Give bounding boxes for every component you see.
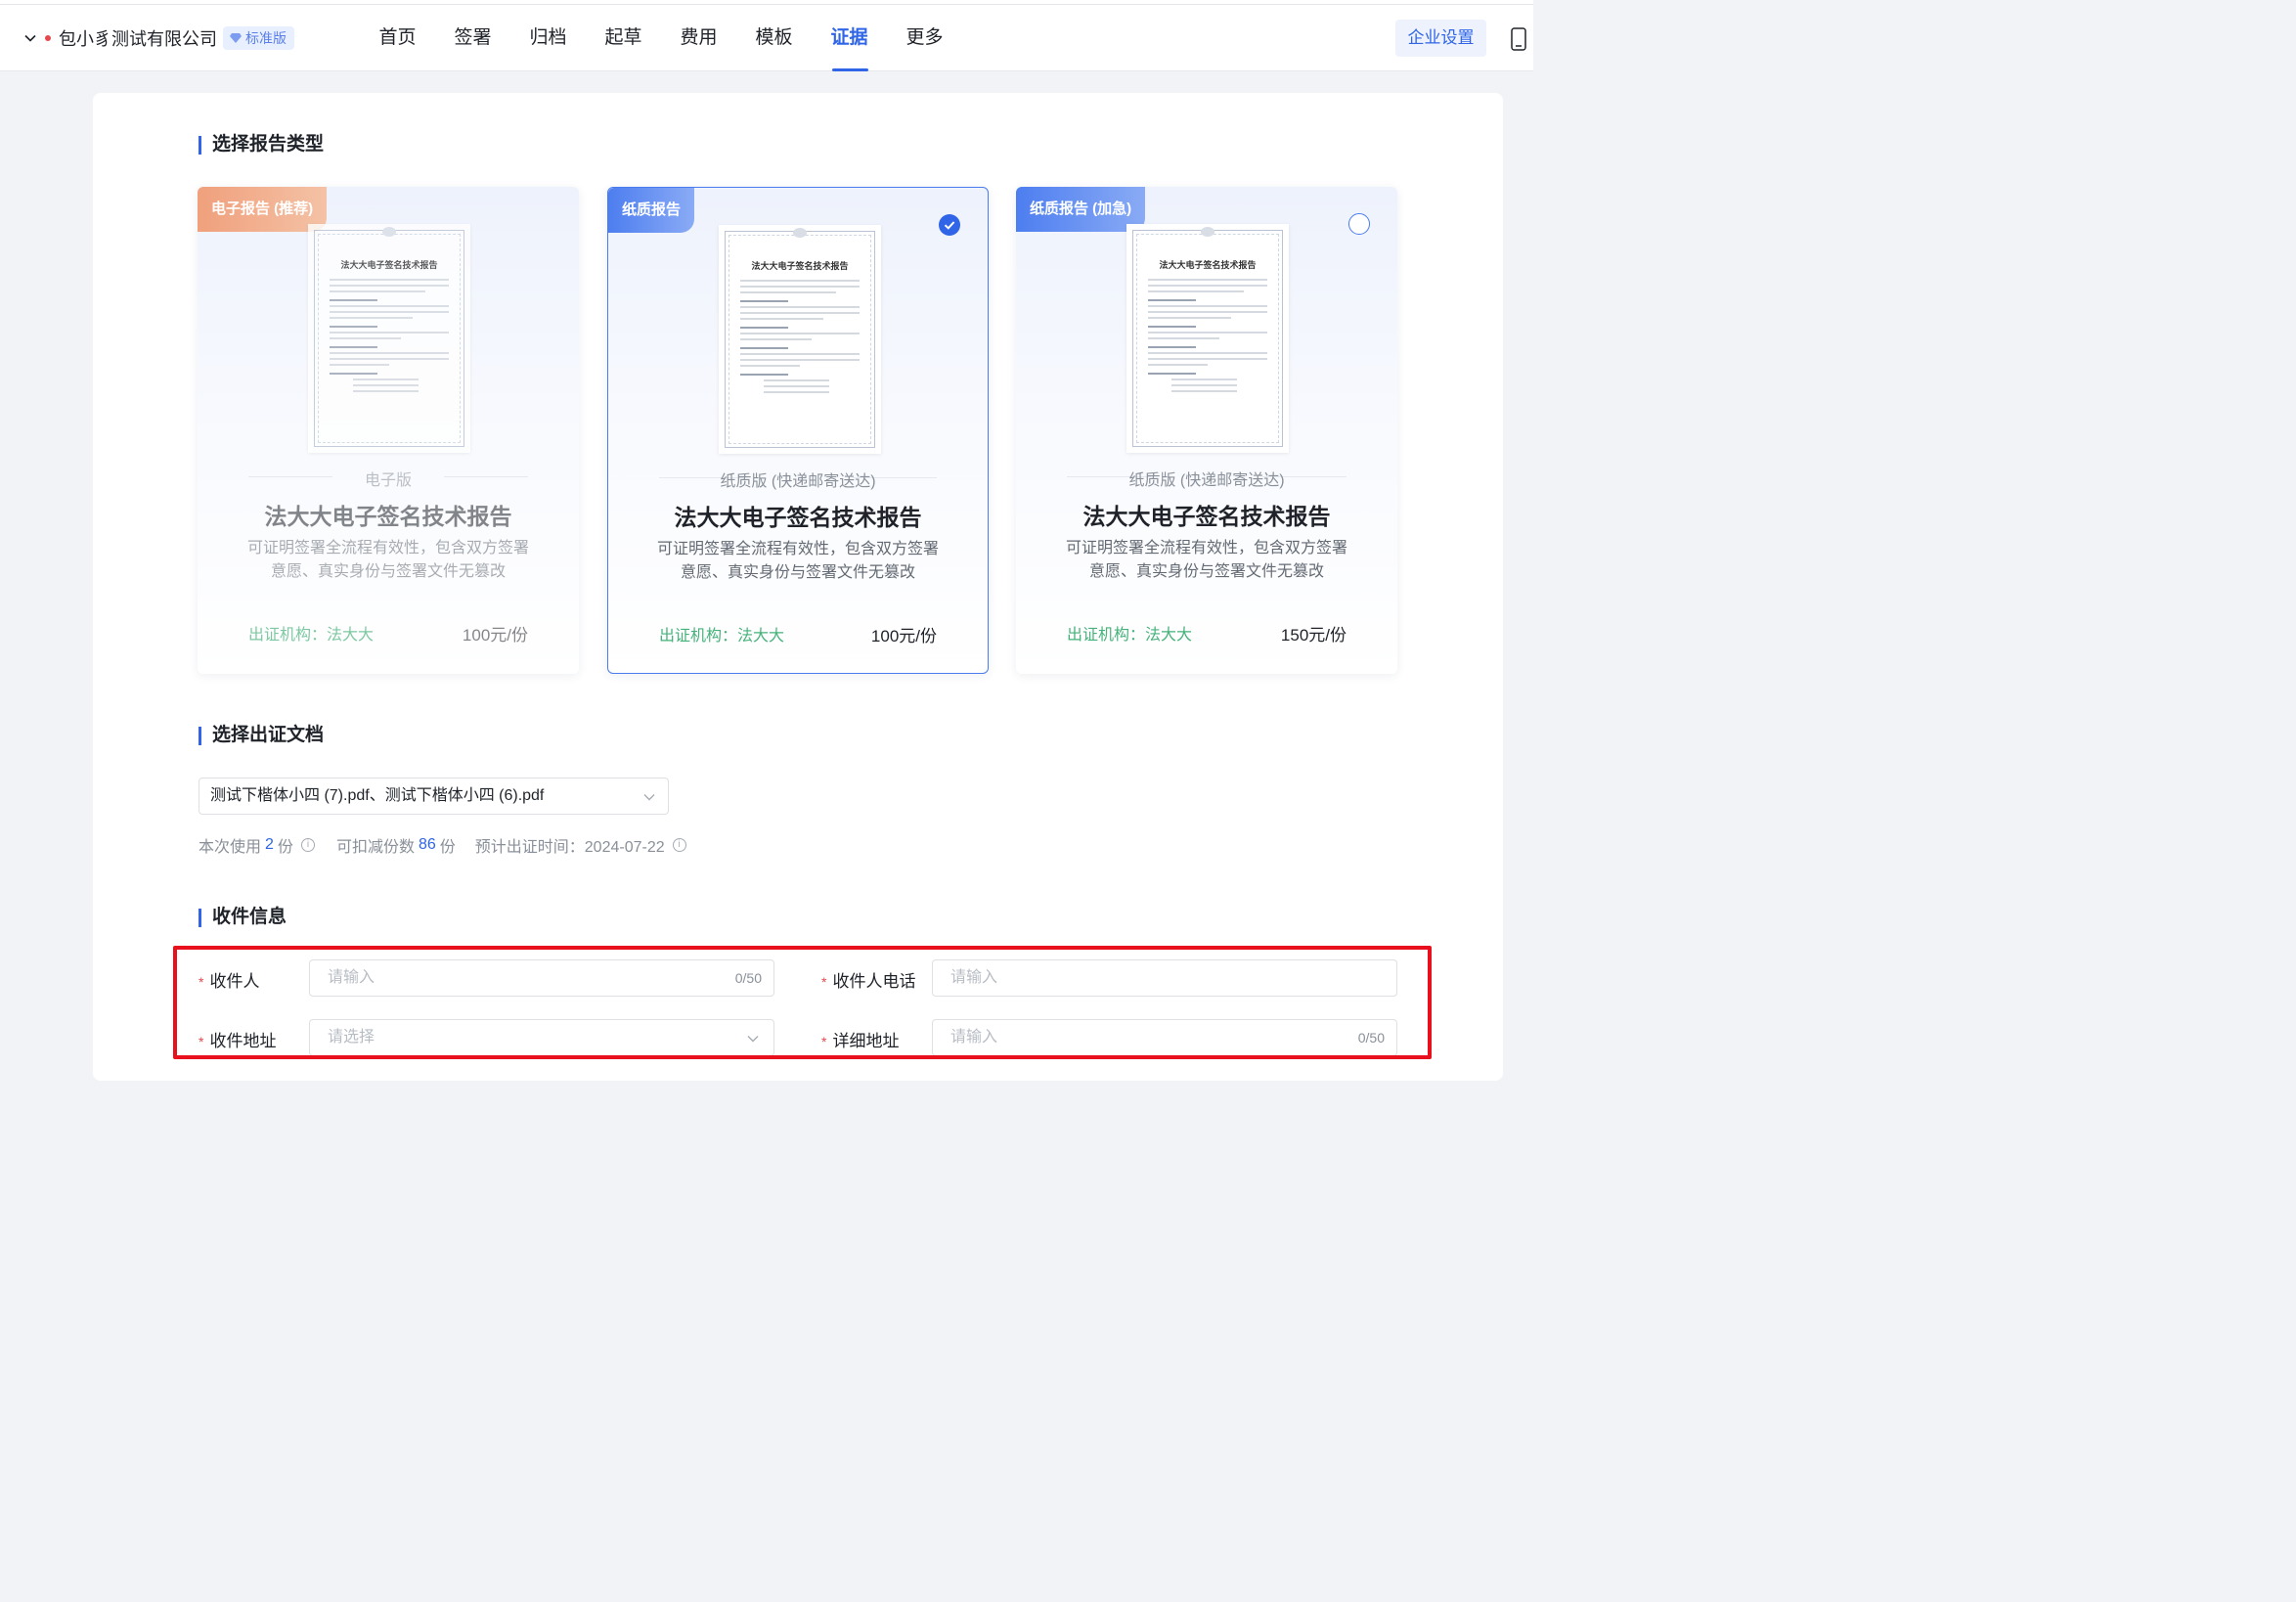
report-preview-image: 法大大电子签名技术报告 bbox=[308, 224, 470, 453]
recipient-label: * 收件人 bbox=[199, 972, 260, 991]
report-title: 法大大电子签名技术报告 bbox=[264, 504, 512, 529]
plan-badge-label: 标准版 bbox=[245, 30, 287, 46]
info-icon[interactable]: i bbox=[300, 838, 315, 852]
report-edition: 电子版 bbox=[364, 472, 412, 489]
report-price: 100元/份 bbox=[462, 626, 528, 645]
report-description: 可证明签署全流程有效性，包含双方签署意愿、真实身份与签署文件无篡改 bbox=[1065, 540, 1347, 580]
section-title-report-type: 选择报告类型 bbox=[199, 134, 324, 156]
top-navbar: 包小豸测试有限公司 标准版 首页 签署 归档 起草 费用 模板 证据 更多 企业… bbox=[0, 0, 1533, 71]
char-counter: 0/50 bbox=[734, 970, 762, 986]
nav-sign[interactable]: 签署 bbox=[435, 0, 510, 71]
address-label: * 收件地址 bbox=[199, 1032, 277, 1050]
report-card-electronic[interactable]: 电子报告 (推荐) 法大大电子签名技术报告 电子版 法大大电子签名技术报告 可证… bbox=[198, 187, 579, 674]
deductible-count: 86 bbox=[418, 836, 436, 853]
info-icon[interactable]: i bbox=[672, 838, 686, 852]
nav-templates[interactable]: 模板 bbox=[736, 0, 812, 71]
phone-input[interactable]: 请输入 bbox=[932, 959, 1397, 997]
report-tag: 纸质报告 bbox=[608, 188, 695, 233]
report-title: 法大大电子签名技术报告 bbox=[674, 505, 922, 530]
detail-address-label: * 详细地址 bbox=[821, 1032, 900, 1050]
nav-home[interactable]: 首页 bbox=[360, 0, 435, 71]
eta-text: 预计出证时间：2024-07-22 bbox=[474, 839, 665, 856]
report-description: 可证明签署全流程有效性，包含双方签署意愿、真实身份与签署文件无篡改 bbox=[657, 541, 940, 581]
chevron-down-icon bbox=[643, 794, 655, 801]
nav-billing[interactable]: 费用 bbox=[661, 0, 736, 71]
selected-check-icon[interactable] bbox=[939, 214, 960, 236]
section-title-recipient: 收件信息 bbox=[199, 907, 287, 928]
report-price: 100元/份 bbox=[870, 627, 937, 645]
usage-summary: 本次使用 2 份 i 可扣减份数 86 份 预计出证时间：2024-07-22 … bbox=[199, 833, 708, 857]
evidence-form-panel: 选择报告类型 电子报告 (推荐) 法大大电子签名技术报告 电子版 法大大电子签名… bbox=[93, 93, 1503, 1081]
plan-badge: 标准版 bbox=[223, 26, 294, 50]
report-edition: 纸质版 (快递邮寄送达) bbox=[1128, 472, 1285, 489]
report-card-paper[interactable]: 纸质报告 法大大电子签名技术报告 纸质版 (快递邮寄送达) 法大大电子签名技术报… bbox=[607, 187, 989, 674]
org-switcher[interactable]: 包小豸测试有限公司 标准版 bbox=[22, 25, 294, 51]
address-select[interactable]: 请选择 bbox=[309, 1019, 774, 1056]
phone-label: * 收件人电话 bbox=[821, 972, 916, 991]
mobile-icon[interactable] bbox=[1511, 27, 1526, 51]
radio-unchecked-icon[interactable] bbox=[1348, 213, 1370, 235]
report-title: 法大大电子签名技术报告 bbox=[1082, 504, 1331, 529]
report-issuer: 出证机构：法大大 bbox=[659, 628, 785, 645]
nav-more[interactable]: 更多 bbox=[887, 0, 962, 71]
nav-archive[interactable]: 归档 bbox=[510, 0, 586, 71]
report-edition: 纸质版 (快递邮寄送达) bbox=[720, 473, 876, 490]
report-preview-image: 法大大电子签名技术报告 bbox=[1126, 224, 1289, 453]
nav-draft[interactable]: 起草 bbox=[586, 0, 661, 71]
report-card-paper-urgent[interactable]: 纸质报告 (加急) 法大大电子签名技术报告 纸质版 (快递邮寄送达) 法大大电子… bbox=[1016, 187, 1397, 674]
enterprise-settings-button[interactable]: 企业设置 bbox=[1395, 20, 1486, 57]
report-issuer: 出证机构：法大大 bbox=[1067, 627, 1193, 644]
report-price: 150元/份 bbox=[1280, 626, 1347, 645]
org-name: 包小豸测试有限公司 bbox=[59, 29, 217, 49]
report-preview-image: 法大大电子签名技术报告 bbox=[719, 225, 881, 454]
main-nav: 首页 签署 归档 起草 费用 模板 证据 更多 bbox=[360, 0, 962, 71]
notification-dot bbox=[45, 35, 51, 41]
usage-count: 2 bbox=[265, 836, 274, 853]
chevron-down-icon bbox=[747, 1036, 759, 1043]
nav-evidence[interactable]: 证据 bbox=[812, 0, 887, 71]
detail-address-input[interactable]: 请输入 0/50 bbox=[932, 1019, 1397, 1056]
recipient-input[interactable]: 请输入 0/50 bbox=[309, 959, 774, 997]
report-issuer: 出证机构：法大大 bbox=[248, 627, 375, 644]
char-counter: 0/50 bbox=[1357, 1030, 1385, 1046]
document-select-value: 测试下楷体小四 (7).pdf、测试下楷体小四 (6).pdf bbox=[210, 787, 545, 804]
report-description: 可证明签署全流程有效性，包含双方签署意愿、真实身份与签署文件无篡改 bbox=[246, 540, 529, 580]
section-title-docs: 选择出证文档 bbox=[199, 725, 324, 746]
diamond-icon bbox=[230, 33, 242, 43]
chevron-down-icon bbox=[24, 34, 36, 42]
document-select[interactable]: 测试下楷体小四 (7).pdf、测试下楷体小四 (6).pdf bbox=[199, 778, 669, 815]
